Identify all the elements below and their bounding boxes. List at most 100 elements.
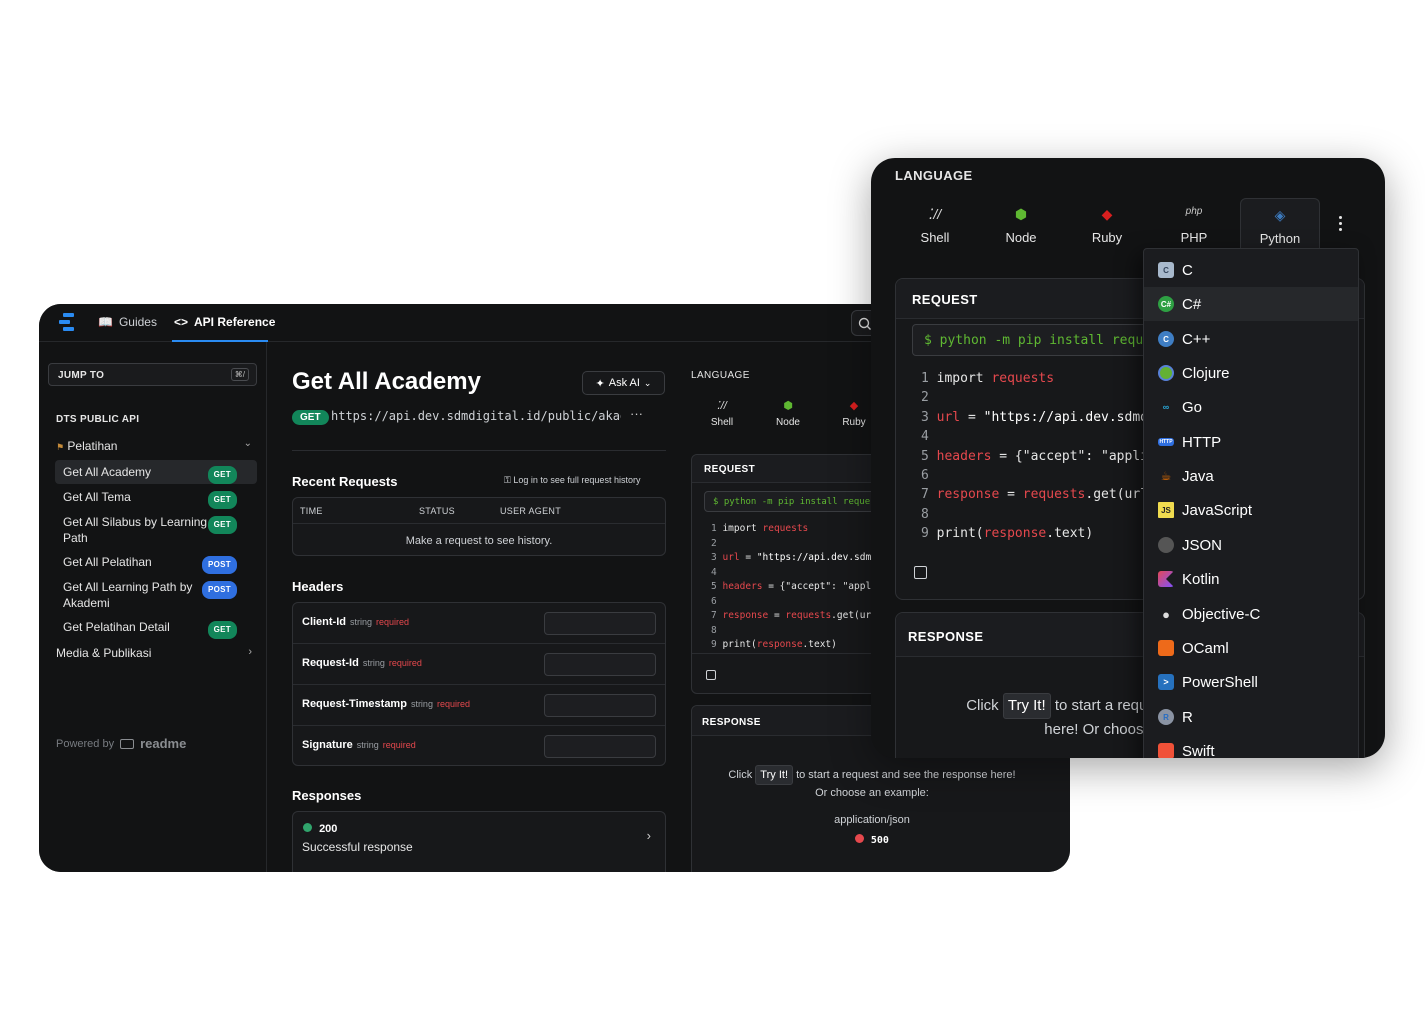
- response-description: Successful response: [302, 840, 413, 854]
- language-picker-window: LANGUAGE ⁚// Shell ⬢ Node ◆ Ruby php PHP…: [871, 158, 1385, 758]
- try-it-prompt: Click Try It! to start a request and see…: [692, 765, 1052, 801]
- menu-item-json[interactable]: JSON: [1144, 528, 1358, 562]
- column-header-status: STATUS: [419, 506, 455, 516]
- language-label: LANGUAGE: [895, 168, 973, 183]
- powershell-icon: >: [1158, 674, 1174, 690]
- header-required: required: [376, 617, 410, 627]
- sidebar-group-media[interactable]: Media & Publikasi ›: [56, 646, 252, 660]
- menu-item-objective-c[interactable]: ● Objective-C: [1144, 597, 1358, 631]
- menu-item-label: C: [1182, 261, 1193, 279]
- sidebar-item-get-all-academy[interactable]: Get All Academy GET: [55, 460, 257, 484]
- json-icon: [1158, 537, 1174, 553]
- method-badge: GET: [207, 516, 237, 534]
- method-badge: POST: [202, 556, 237, 574]
- apple-icon: ●: [1162, 606, 1170, 622]
- request-id-input[interactable]: [544, 653, 656, 676]
- try-it-button[interactable]: Try It!: [755, 765, 793, 785]
- php-icon: php: [1185, 206, 1203, 217]
- menu-item-go[interactable]: ∞ Go: [1144, 390, 1358, 424]
- response-item-200[interactable]: 200 Successful response ›: [292, 811, 666, 872]
- section-title: DTS PUBLIC API: [56, 414, 140, 425]
- more-languages-icon[interactable]: [1339, 216, 1343, 234]
- sidebar-item-get-pelatihan-detail[interactable]: Get Pelatihan Detail GET: [55, 615, 257, 639]
- menu-item-ocaml[interactable]: OCaml: [1144, 631, 1358, 665]
- sidebar-item-get-all-silabus[interactable]: Get All Silabus by Learning Path GET: [55, 510, 237, 550]
- menu-item-label: PowerShell: [1182, 673, 1258, 691]
- sidebar-item-get-all-pelatihan[interactable]: Get All Pelatihan POST: [55, 550, 257, 574]
- menu-item-powershell[interactable]: > PowerShell: [1144, 665, 1358, 699]
- copy-icon[interactable]: [914, 566, 927, 579]
- menu-item-cpp[interactable]: C C++: [1144, 322, 1358, 356]
- sidebar: JUMP TO ⌘/ DTS PUBLIC API ⚑ Pelatihan ⌄ …: [39, 342, 267, 872]
- node-icon: ⬢: [1014, 206, 1028, 222]
- tab-ruby[interactable]: ◆ Ruby: [1067, 198, 1147, 248]
- start-text: to start a request and see the response …: [796, 769, 1016, 781]
- nav-guides[interactable]: 📖 Guides: [98, 315, 157, 329]
- tab-label: Shell: [710, 417, 734, 428]
- menu-item-label: C#: [1182, 295, 1202, 313]
- request-timestamp-input[interactable]: [544, 694, 656, 717]
- ask-ai-button[interactable]: ✦ Ask AI ⌄: [582, 371, 665, 395]
- try-it-button[interactable]: Try It!: [1002, 693, 1051, 719]
- tab-shell[interactable]: ⁚// Shell: [895, 198, 975, 248]
- tab-php[interactable]: php PHP: [1154, 198, 1234, 248]
- sidebar-group-pelatihan[interactable]: ⚑ Pelatihan ⌄: [56, 438, 252, 453]
- chevron-down-icon: ⌄: [643, 377, 652, 388]
- example-500[interactable]: 500: [692, 834, 1052, 846]
- java-icon: ☕: [1160, 469, 1172, 483]
- nav-api-reference[interactable]: <> API Reference: [174, 315, 275, 329]
- header-row-signature: Signature string required: [293, 726, 665, 767]
- menu-item-http[interactable]: HTTP HTTP: [1144, 425, 1358, 459]
- language-label: LANGUAGE: [691, 370, 750, 381]
- recent-requests-title: Recent Requests: [292, 474, 398, 489]
- powered-by[interactable]: Powered by readme: [56, 736, 186, 751]
- sidebar-group-label: Pelatihan: [67, 439, 118, 453]
- go-icon: ∞: [1162, 402, 1170, 412]
- divider: [292, 450, 666, 451]
- client-id-input[interactable]: [544, 612, 656, 635]
- node-icon: ⬢: [783, 400, 793, 412]
- copy-icon[interactable]: [706, 670, 716, 680]
- tab-python[interactable]: ◈ Python: [1240, 198, 1320, 248]
- menu-item-clojure[interactable]: Clojure: [1144, 356, 1358, 390]
- click-text: Click: [966, 697, 999, 714]
- menu-item-label: R: [1182, 708, 1193, 726]
- menu-item-java[interactable]: ☕ Java: [1144, 459, 1358, 493]
- tab-node[interactable]: ⬢ Node: [763, 399, 813, 428]
- ruby-icon: ◆: [1101, 206, 1113, 222]
- javascript-icon: JS: [1158, 502, 1174, 518]
- signature-input[interactable]: [544, 735, 656, 758]
- sidebar-item-get-all-learning-path[interactable]: Get All Learning Path by Akademi POST: [55, 575, 237, 615]
- menu-item-javascript[interactable]: JS JavaScript: [1144, 493, 1358, 527]
- menu-item-kotlin[interactable]: Kotlin: [1144, 562, 1358, 596]
- more-options-button[interactable]: ···: [630, 406, 643, 421]
- menu-item-c[interactable]: CC: [1144, 253, 1358, 287]
- readme-wordmark: readme: [140, 736, 187, 751]
- login-history-link[interactable]: ⚿ Log in to see full request history: [504, 475, 640, 486]
- menu-item-label: JavaScript: [1182, 501, 1253, 519]
- readme-logo-icon[interactable]: [59, 313, 75, 331]
- menu-item-label: C++: [1182, 330, 1211, 348]
- tab-label: Node: [1005, 230, 1037, 245]
- menu-item-r[interactable]: RR: [1144, 700, 1358, 734]
- tab-node[interactable]: ⬢ Node: [981, 198, 1061, 248]
- click-text: Click: [728, 769, 753, 781]
- recent-requests-table: TIME STATUS USER AGENT Make a request to…: [292, 497, 666, 556]
- example-code: 500: [870, 835, 889, 846]
- tab-label: Python: [1259, 231, 1301, 246]
- jump-to-search[interactable]: JUMP TO ⌘/: [48, 363, 257, 386]
- menu-item-swift[interactable]: Swift: [1144, 734, 1358, 758]
- menu-item-csharp[interactable]: C# C#: [1144, 287, 1358, 321]
- header-required: required: [388, 658, 422, 668]
- request-label: REQUEST: [704, 464, 756, 475]
- header-row-client-id: Client-Id string required: [293, 603, 665, 644]
- tab-shell[interactable]: ⁚// Shell: [697, 399, 747, 428]
- endpoint-url[interactable]: https://api.dev.sdmdigital.id/public/aka…: [331, 409, 621, 423]
- method-badge: GET: [207, 621, 237, 639]
- sidebar-item-get-all-tema[interactable]: Get All Tema GET: [55, 485, 257, 509]
- header-name: Request-Timestamp: [302, 698, 407, 710]
- http-icon: HTTP: [1158, 438, 1174, 446]
- chevron-right-icon: ›: [248, 646, 252, 658]
- request-label: REQUEST: [912, 292, 978, 307]
- tab-label: Ruby: [1091, 230, 1123, 245]
